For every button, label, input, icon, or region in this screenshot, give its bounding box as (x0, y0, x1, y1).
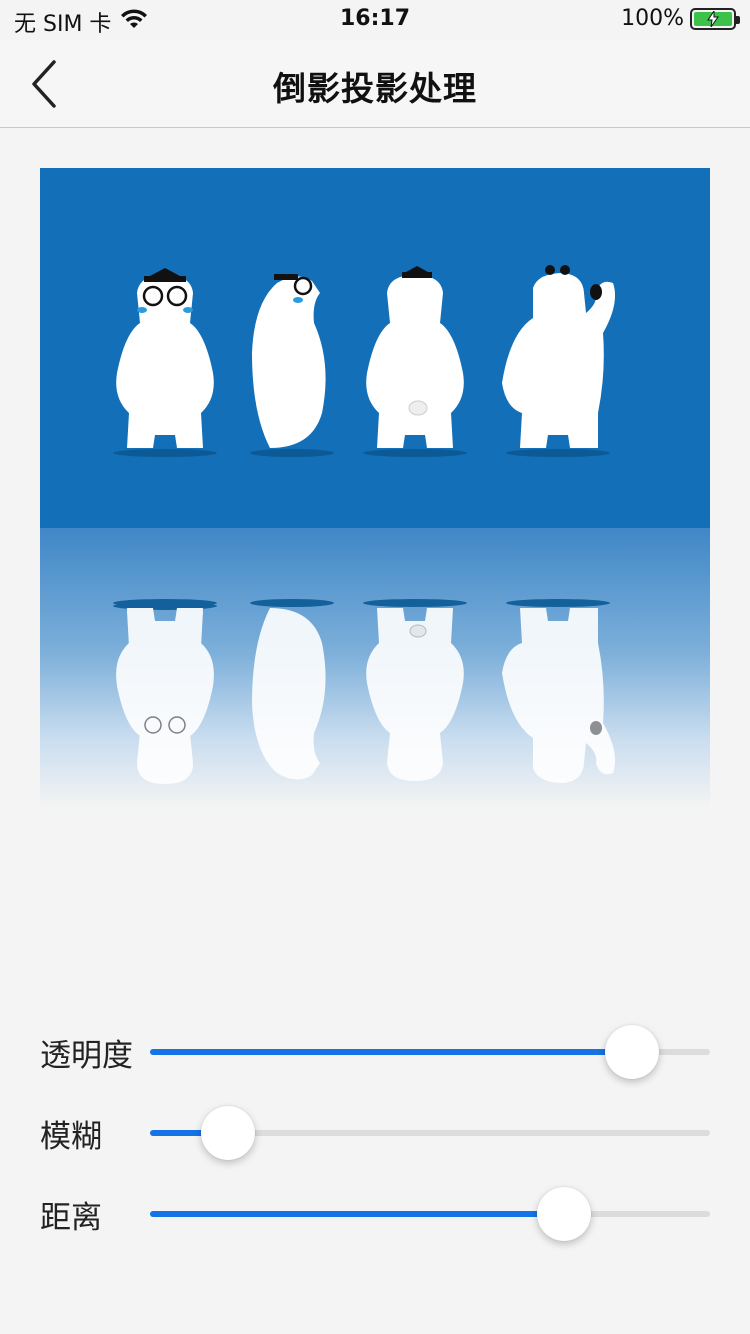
opacity-slider-thumb[interactable] (604, 1025, 659, 1079)
image-preview (40, 168, 710, 808)
opacity-slider-fill (150, 1049, 632, 1055)
opacity-slider[interactable] (150, 1025, 710, 1079)
source-image (40, 168, 710, 528)
distance-slider-fill (150, 1211, 565, 1217)
blur-label: 模糊 (40, 1119, 102, 1155)
status-bar: 无 SIM 卡 16:17 100% (0, 0, 750, 40)
status-right: 100% (621, 6, 740, 31)
slider-row-opacity: 透明度 (40, 1022, 710, 1082)
blur-slider[interactable] (150, 1106, 710, 1160)
battery-percentage: 100% (621, 6, 684, 31)
page-title: 倒影投影处理 (273, 69, 477, 108)
distance-label: 距离 (40, 1200, 102, 1236)
distance-slider[interactable] (150, 1187, 710, 1241)
blur-slider-thumb[interactable] (201, 1106, 256, 1160)
slider-row-blur: 模糊 (40, 1103, 710, 1163)
navigation-bar: 倒影投影处理 (0, 40, 750, 128)
slider-row-distance: 距离 (40, 1184, 710, 1244)
battery-charging-icon (690, 7, 740, 30)
distance-slider-thumb[interactable] (537, 1187, 592, 1241)
reflection-image (40, 528, 710, 808)
opacity-label: 透明度 (40, 1038, 133, 1074)
screen: 无 SIM 卡 16:17 100% 倒影投影处理 透明度 模糊 距离 (0, 0, 750, 1334)
